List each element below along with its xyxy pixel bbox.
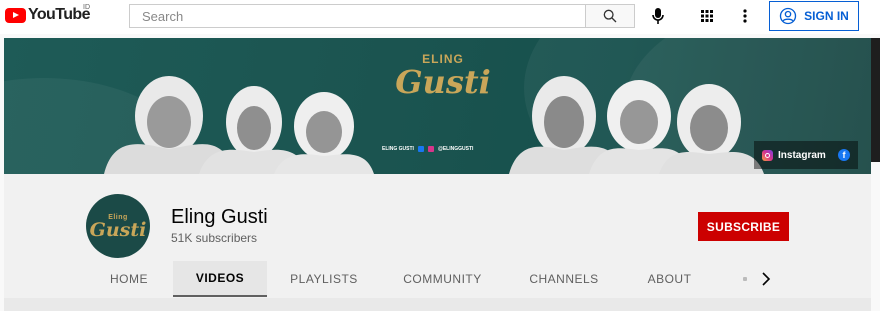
search-input[interactable] (130, 5, 585, 27)
region-code: ID (83, 4, 90, 11)
banner-handle-name: ELING GUSTI (382, 146, 414, 152)
youtube-play-icon (5, 7, 26, 23)
facebook-icon (417, 146, 424, 152)
channel-name: Eling Gusti (171, 206, 268, 228)
microphone-icon (652, 8, 664, 24)
tab-about[interactable]: ABOUT (627, 261, 712, 297)
apps-grid-icon (701, 10, 713, 22)
masthead: YouTube ID Search SIGN IN (0, 0, 880, 34)
tabs-scroll-right-button[interactable] (737, 261, 777, 297)
search-button[interactable] (585, 4, 635, 28)
banner-brand-logo: ELING Gusti (393, 52, 493, 98)
instagram-link-icon[interactable] (762, 149, 773, 161)
tab-playlists[interactable]: PLAYLISTS (269, 261, 379, 297)
logo-text: YouTube (28, 6, 90, 23)
content-area-top (4, 298, 871, 311)
channel-header: Eling Gusti Eling Gusti 51K subscribers … (4, 174, 871, 298)
avatar-brand-main: Gusti (89, 218, 147, 241)
banner-portraits-right (509, 76, 764, 174)
search-icon (603, 9, 617, 23)
banner-links: Instagram f (754, 141, 858, 169)
sign-in-label: SIGN IN (804, 9, 849, 23)
channel-banner: ELING Gusti ELING GUSTI @ELINGGUSTI Inst… (4, 38, 871, 174)
facebook-link-icon[interactable]: f (838, 149, 850, 161)
instagram-icon (427, 146, 434, 152)
banner-portraits-left (104, 76, 374, 174)
youtube-logo[interactable]: YouTube ID (5, 4, 90, 24)
instagram-link[interactable]: Instagram (778, 150, 826, 161)
banner-handle-at: @ELINGGUSTI (437, 146, 474, 152)
search-box[interactable] (129, 4, 585, 28)
page-scrollbar-edge (871, 38, 880, 162)
banner-social-handles: ELING GUSTI @ELINGGUSTI (382, 146, 473, 152)
chevron-right-icon (762, 272, 771, 286)
overflow-tab-hint-icon (743, 277, 747, 281)
tab-home[interactable]: HOME (87, 261, 171, 297)
subscriber-count: 51K subscribers (171, 231, 258, 245)
account-circle-icon (779, 7, 797, 25)
subscribe-button[interactable]: SUBSCRIBE (698, 212, 789, 241)
tab-videos[interactable]: VIDEOS (173, 261, 267, 297)
banner-brand-main: Gusti (395, 63, 491, 101)
sign-in-button[interactable]: SIGN IN (769, 1, 859, 31)
apps-button[interactable] (696, 5, 718, 27)
tab-community[interactable]: COMMUNITY (385, 261, 500, 297)
voice-search-button[interactable] (646, 5, 670, 27)
tab-channels[interactable]: CHANNELS (509, 261, 619, 297)
more-vertical-icon (743, 9, 747, 23)
channel-avatar[interactable]: Eling Gusti (86, 194, 150, 258)
settings-menu-button[interactable] (735, 5, 755, 27)
